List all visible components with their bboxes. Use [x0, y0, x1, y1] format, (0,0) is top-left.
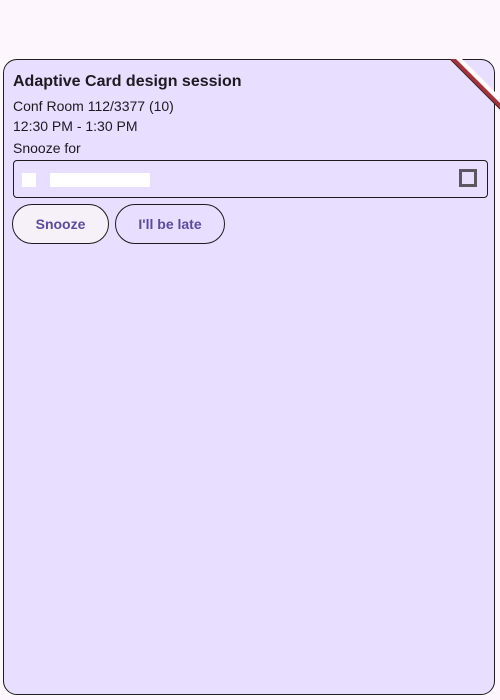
dropdown-toggle-icon[interactable]: [459, 169, 477, 187]
ill-be-late-button[interactable]: I'll be late: [115, 204, 225, 244]
snooze-for-label: Snooze for: [13, 140, 81, 156]
select-value-block-long: [50, 173, 150, 187]
snooze-duration-select[interactable]: [13, 160, 488, 198]
time-text: 12:30 PM - 1:30 PM: [13, 118, 138, 134]
adaptive-card: Adaptive Card design session Conf Room 1…: [3, 59, 495, 695]
card-title: Adaptive Card design session: [13, 73, 242, 90]
select-value-block-short: [22, 173, 36, 187]
select-value-placeholder: [22, 173, 150, 187]
snooze-button[interactable]: Snooze: [12, 204, 109, 244]
room-text: Conf Room 112/3377 (10): [13, 98, 174, 114]
